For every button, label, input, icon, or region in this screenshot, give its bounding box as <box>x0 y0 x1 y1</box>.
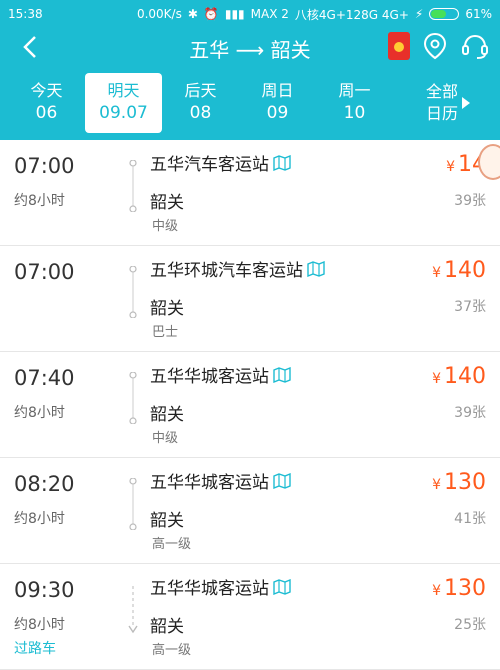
calendar-label-line1: 全部 <box>426 81 459 101</box>
trip-row[interactable]: 09:30 约8小时 过路车 五华华城客运站 韶关 高一级 ¥130 25张 <box>0 564 500 670</box>
date-tab-date: 09.07 <box>99 103 148 124</box>
bus-grade: 中级 <box>152 219 179 234</box>
network-speed: 0.00K/s <box>136 7 182 21</box>
currency-symbol: ¥ <box>432 371 441 387</box>
trip-row[interactable]: 07:40 约8小时 五华华城客运站 韶关 中级 ¥140 39张 <box>0 352 500 458</box>
departure-time: 07:00 <box>14 154 75 178</box>
destination-station: 韶关 <box>150 193 184 213</box>
seats-left: 39张 <box>454 405 486 421</box>
date-tab-date: 08 <box>189 103 212 124</box>
seats-left: 39张 <box>454 193 486 209</box>
origin-station: 五华汽车客运站 <box>150 155 269 175</box>
pass-through-badge: 过路车 <box>14 641 56 657</box>
date-tab-day: 后天 <box>184 80 217 100</box>
destination-station: 韶关 <box>150 299 184 319</box>
date-tab-monday[interactable]: 周一 10 <box>316 73 393 133</box>
customer-service-icon[interactable] <box>460 32 490 60</box>
departure-time: 07:00 <box>14 260 75 284</box>
departure-time: 08:20 <box>14 472 75 496</box>
currency-symbol: ¥ <box>446 159 455 175</box>
trip-duration: 约8小时 <box>14 405 65 421</box>
mascot-icon[interactable] <box>478 144 500 180</box>
chevron-right-icon <box>462 97 471 109</box>
date-tab-date: 06 <box>35 103 58 124</box>
header: 五华 ⟶ 韶关 <box>0 28 500 66</box>
date-tab-date: 09 <box>266 103 289 124</box>
bus-grade: 巴士 <box>152 325 179 340</box>
route-line-icon <box>129 160 137 212</box>
battery-fill <box>431 10 447 18</box>
map-icon[interactable] <box>307 260 325 277</box>
origin-station: 五华华城客运站 <box>150 473 269 493</box>
date-tab-sunday[interactable]: 周日 09 <box>239 73 316 133</box>
status-time: 15:38 <box>8 7 43 21</box>
all-dates-calendar-button[interactable]: 全部 日历 <box>426 73 492 133</box>
route-line-icon <box>129 372 137 424</box>
date-tab-day-after[interactable]: 后天 08 <box>162 73 239 133</box>
location-pin-icon[interactable] <box>422 32 448 60</box>
trip-row[interactable]: 07:00 约8小时 五华汽车客运站 韶关 中级 ¥14 39张 <box>0 140 500 246</box>
device-info: 八核4G+128G 4G+ <box>294 7 409 22</box>
date-tab-day: 周日 <box>261 80 294 100</box>
map-icon[interactable] <box>273 578 291 595</box>
status-bar: 15:38 0.00K/s ✱ ⏰ ▮▮▮ MAX 2 八核4G+128G 4G… <box>0 0 500 28</box>
currency-symbol: ¥ <box>432 583 441 599</box>
bus-grade: 中级 <box>152 431 179 446</box>
map-icon[interactable] <box>273 366 291 383</box>
trip-row[interactable]: 08:20 约8小时 五华华城客运站 韶关 高一级 ¥130 41张 <box>0 458 500 564</box>
date-tab-today[interactable]: 今天 06 <box>8 73 85 133</box>
bus-grade: 高一级 <box>152 537 192 552</box>
alarm-icon: ⏰ <box>203 7 219 21</box>
ticket-price: 130 <box>444 470 486 495</box>
calendar-label-line2: 日历 <box>426 104 459 123</box>
origin-station: 五华华城客运站 <box>150 579 269 599</box>
trip-duration: 约8小时 <box>14 511 65 527</box>
destination-station: 韶关 <box>150 511 184 531</box>
bluetooth-icon: ✱ <box>187 7 198 21</box>
seats-left: 25张 <box>454 617 486 633</box>
date-tab-tomorrow[interactable]: 明天 09.07 <box>85 73 162 133</box>
ticket-price: 140 <box>444 258 486 283</box>
map-icon[interactable] <box>273 472 291 489</box>
origin-station: 五华环城汽车客运站 <box>150 261 303 281</box>
route-line-icon <box>129 478 137 530</box>
route-line-icon <box>129 266 137 318</box>
date-tab-day: 今天 <box>30 80 63 100</box>
departure-time: 07:40 <box>14 366 75 390</box>
destination-station: 韶关 <box>150 617 184 637</box>
date-tab-date: 10 <box>343 103 366 124</box>
carrier-label: MAX 2 <box>250 7 289 21</box>
battery-icon <box>429 8 460 20</box>
seats-left: 41张 <box>454 511 486 527</box>
ticket-price: 130 <box>444 576 486 601</box>
currency-symbol: ¥ <box>432 265 441 281</box>
date-tab-day: 明天 <box>107 80 140 100</box>
trip-duration: 约8小时 <box>14 193 65 209</box>
currency-symbol: ¥ <box>432 477 441 493</box>
red-packet-icon[interactable] <box>388 32 410 60</box>
trip-row[interactable]: 07:00 五华环城汽车客运站 韶关 巴士 ¥140 37张 <box>0 246 500 352</box>
charging-icon: ⚡ <box>414 7 424 21</box>
destination-station: 韶关 <box>150 405 184 425</box>
trip-duration: 约8小时 <box>14 617 65 633</box>
origin-station: 五华华城客运站 <box>150 367 269 387</box>
map-icon[interactable] <box>273 154 291 171</box>
departure-time: 09:30 <box>14 578 75 602</box>
bus-grade: 高一级 <box>152 643 192 658</box>
ticket-price: 140 <box>444 364 486 389</box>
date-tab-day: 周一 <box>338 80 371 100</box>
battery-percent: 61% <box>465 7 492 21</box>
route-arrow-icon <box>128 586 138 634</box>
seats-left: 37张 <box>454 299 486 315</box>
trip-list: 07:00 约8小时 五华汽车客运站 韶关 中级 ¥14 39张 07:00 五… <box>0 140 500 670</box>
date-selector: 今天 06 明天 09.07 后天 08 周日 09 周一 10 全部 日历 <box>0 66 500 140</box>
signal-icon: ▮▮▮ <box>224 7 245 21</box>
